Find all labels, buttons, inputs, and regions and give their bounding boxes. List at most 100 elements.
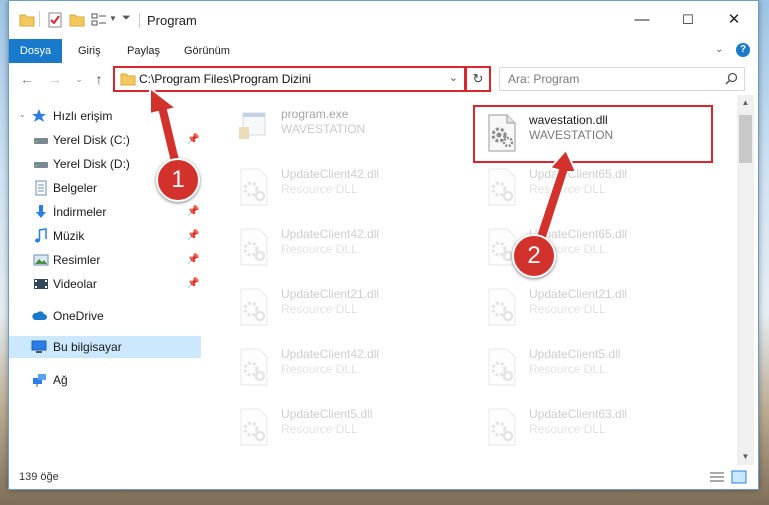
sidebar-item-disk-c[interactable]: Yerel Disk (C:) 📌 xyxy=(9,129,201,151)
file-item[interactable]: UpdateClient65.dll Resource DLL xyxy=(475,221,715,271)
search-icon[interactable] xyxy=(725,72,738,85)
folder-icon[interactable] xyxy=(19,12,35,28)
sidebar-item-label: OneDrive xyxy=(53,309,104,323)
sidebar-item-label: Bu bilgisayar xyxy=(53,340,122,354)
sidebar-item-videos[interactable]: Videolar 📌 xyxy=(9,273,201,295)
scrollbar-thumb[interactable] xyxy=(739,115,752,163)
ribbon-tabs: Dosya Giriş Paylaş Görünüm ⌄ ? xyxy=(9,39,758,64)
drive-icon xyxy=(34,138,48,144)
tab-home[interactable]: Giriş xyxy=(78,39,101,63)
sidebar-item-downloads[interactable]: İndirmeler 📌 xyxy=(9,201,201,223)
dll-file-icon xyxy=(488,168,516,206)
file-description: Resource DLL xyxy=(529,362,606,376)
file-description: Resource DLL xyxy=(529,182,606,196)
music-icon xyxy=(35,228,47,243)
file-description: Resource DLL xyxy=(281,242,358,256)
pin-icon[interactable]: 📌 xyxy=(187,206,199,217)
file-name: UpdateClient63.dll xyxy=(529,407,628,421)
file-item[interactable]: UpdateClient5.dll Resource DLL xyxy=(227,401,467,451)
up-icon[interactable]: ↑ xyxy=(89,69,109,89)
pin-icon[interactable]: 📌 xyxy=(187,134,199,145)
chevron-down-icon[interactable]: ⌄ xyxy=(19,110,26,119)
sidebar-item-label: Yerel Disk (C:) xyxy=(53,133,130,147)
dll-file-icon xyxy=(240,288,268,326)
file-name: UpdateClient42.dll xyxy=(281,167,380,181)
help-icon[interactable]: ? xyxy=(736,43,750,57)
file-item-program-exe[interactable]: program.exe WAVESTATION xyxy=(227,101,467,151)
minimize-button[interactable]: — xyxy=(619,1,665,39)
sidebar-item-this-pc[interactable]: Bu bilgisayar xyxy=(9,336,201,358)
highlight-box xyxy=(473,105,713,163)
sidebar-item-music[interactable]: Müzik 📌 xyxy=(9,225,201,247)
navigation-bar: ← → ⌄ ↑ C:\Program Files\Program Dizini … xyxy=(9,63,758,95)
videos-icon xyxy=(34,279,48,289)
sidebar-item-label: Ağ xyxy=(53,373,68,387)
folder-icon xyxy=(120,73,136,86)
file-item[interactable]: UpdateClient42.dll Resource DLL xyxy=(227,221,467,271)
forward-icon[interactable]: → xyxy=(45,69,65,89)
file-item[interactable]: UpdateClient21.dll Resource DLL xyxy=(227,281,467,331)
drive-icon xyxy=(34,162,48,168)
pin-icon[interactable]: 📌 xyxy=(187,278,199,289)
title-divider xyxy=(139,13,140,28)
ribbon-expand-icon[interactable]: ⌄ xyxy=(715,44,723,55)
pictures-icon xyxy=(33,254,49,266)
scroll-up-icon[interactable]: ▲ xyxy=(737,95,754,111)
file-item[interactable]: UpdateClient21.dll Resource DLL xyxy=(475,281,715,331)
file-item[interactable]: UpdateClient42.dll Resource DLL xyxy=(227,161,467,211)
tab-share[interactable]: Paylaş xyxy=(127,39,160,63)
file-item[interactable]: UpdateClient65.dll Resource DLL xyxy=(475,161,715,211)
file-description: Resource DLL xyxy=(281,182,358,196)
details-view-icon[interactable] xyxy=(709,470,725,484)
maximize-button[interactable]: ☐ xyxy=(665,1,711,39)
scroll-down-icon[interactable]: ▼ xyxy=(737,449,754,465)
qa-divider xyxy=(39,11,40,27)
file-item[interactable]: UpdateClient5.dll Resource DLL xyxy=(475,341,715,391)
properties-icon[interactable] xyxy=(47,12,63,28)
exe-file-icon xyxy=(239,112,266,139)
refresh-button[interactable]: ↻ xyxy=(465,66,491,92)
tab-file[interactable]: Dosya xyxy=(9,39,62,63)
sidebar-item-label: Yerel Disk (D:) xyxy=(53,157,130,171)
file-name: UpdateClient21.dll xyxy=(529,287,628,301)
file-name: program.exe xyxy=(281,107,349,121)
explorer-window: ▼ ⏷ Program — ☐ ✕ Dosya Giriş Paylaş Gör… xyxy=(8,0,759,490)
file-item[interactable]: UpdateClient42.dll Resource DLL xyxy=(227,341,467,391)
dll-file-icon xyxy=(488,348,516,386)
recent-locations-icon[interactable]: ⌄ xyxy=(69,69,89,89)
dll-file-icon xyxy=(240,228,268,266)
chevron-down-icon[interactable]: ▼ xyxy=(109,14,117,23)
vertical-scrollbar[interactable]: ▲ ▼ xyxy=(737,95,754,465)
address-bar[interactable]: C:\Program Files\Program Dizini ⌄ xyxy=(113,66,466,92)
dll-file-icon xyxy=(240,348,268,386)
sidebar-item-pictures[interactable]: Resimler 📌 xyxy=(9,249,201,271)
sidebar-item-label: Videolar xyxy=(53,277,97,291)
sidebar-item-label: Müzik xyxy=(53,229,85,243)
dll-file-icon xyxy=(488,288,516,326)
window-title: Program xyxy=(147,13,197,28)
address-dropdown-icon[interactable]: ⌄ xyxy=(449,71,458,84)
close-button[interactable]: ✕ xyxy=(711,1,757,39)
status-bar: 139 öğe xyxy=(9,465,758,489)
file-description: Resource DLL xyxy=(281,362,358,376)
sidebar-item-onedrive[interactable]: OneDrive xyxy=(9,305,201,327)
tab-view[interactable]: Görünüm xyxy=(184,39,230,63)
star-icon xyxy=(32,109,46,122)
item-count: 139 öğe xyxy=(19,471,59,483)
back-icon[interactable]: ← xyxy=(17,69,37,89)
view-options-icon[interactable] xyxy=(91,12,107,28)
sidebar-item-network[interactable]: Ağ xyxy=(9,369,201,391)
file-description: Resource DLL xyxy=(529,422,606,436)
new-folder-icon[interactable] xyxy=(69,12,85,28)
file-name: UpdateClient65.dll xyxy=(529,167,628,181)
search-box[interactable]: Ara: Program xyxy=(499,67,745,91)
customize-qa-icon[interactable]: ⏷ xyxy=(122,12,131,25)
pin-icon[interactable]: 📌 xyxy=(187,230,199,241)
sidebar-item-label: İndirmeler xyxy=(53,205,107,219)
dll-file-icon xyxy=(240,408,268,446)
sidebar-item-quick-access[interactable]: ⌄ Hızlı erişim xyxy=(9,105,201,127)
pin-icon[interactable]: 📌 xyxy=(187,254,199,265)
file-item[interactable]: UpdateClient63.dll Resource DLL xyxy=(475,401,715,451)
large-icons-view-icon[interactable] xyxy=(731,470,747,484)
file-name: UpdateClient5.dll xyxy=(281,407,373,421)
